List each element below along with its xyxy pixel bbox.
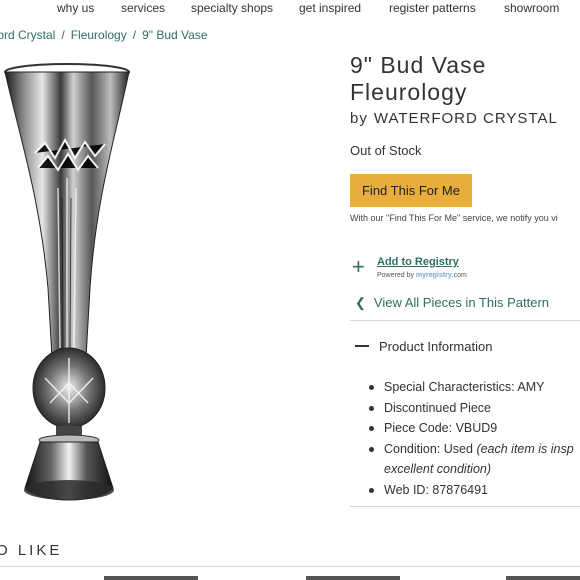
myregistry-logo: myregistry xyxy=(415,272,452,279)
detail-condition: Condition: Used (each item is insp excel… xyxy=(366,439,580,480)
add-to-registry-link[interactable]: Add to Registry xyxy=(377,256,459,268)
nav-get-inspired[interactable]: get inspired xyxy=(299,1,361,15)
find-this-for-me-button[interactable]: Find This For Me xyxy=(350,174,472,207)
product-information-heading: Product Information xyxy=(379,339,493,354)
view-all-pieces-label: View All Pieces in This Pattern xyxy=(373,295,550,310)
product-title-line-1: 9" Bud Vase xyxy=(350,52,487,78)
condition-label: Condition: Used xyxy=(384,441,473,456)
detail-web-id: Web ID: 87876491 xyxy=(366,480,580,501)
product-title: 9" Bud Vase Fleurology xyxy=(350,52,486,106)
plus-icon: + xyxy=(352,254,365,279)
brand-by-label: by xyxy=(350,110,368,127)
find-service-note: With our "Find This For Me" service, we … xyxy=(350,213,558,223)
detail-piece-code: Piece Code: VBUD9 xyxy=(366,418,580,439)
nav-specialty-shops[interactable]: specialty shops xyxy=(191,1,273,15)
view-all-pieces-link[interactable]: ❮ View All Pieces in This Pattern xyxy=(355,295,549,311)
brand-name[interactable]: WATERFORD CRYSTAL xyxy=(374,110,558,127)
powered-by-label: Powered by xyxy=(377,272,414,279)
product-brand: by WATERFORD CRYSTAL xyxy=(350,110,558,127)
product-image xyxy=(4,63,130,501)
related-product-thumb[interactable] xyxy=(306,576,400,580)
stock-status: Out of Stock xyxy=(350,143,422,158)
nav-why-us[interactable]: why us xyxy=(57,1,94,15)
powered-by-myregistry: Powered by myregistry.com xyxy=(377,272,467,279)
myregistry-suffix: .com xyxy=(451,272,467,279)
product-details-list: Special Characteristics: AMY Discontinue… xyxy=(366,377,580,500)
chevron-left-icon: ❮ xyxy=(355,295,366,310)
breadcrumb-separator: / xyxy=(61,28,65,42)
nav-register-patterns[interactable]: register patterns xyxy=(389,1,476,15)
breadcrumb-brand[interactable]: ford Crystal xyxy=(0,28,55,42)
breadcrumb-separator: / xyxy=(132,28,137,42)
related-product-thumb[interactable] xyxy=(506,576,580,580)
like-divider xyxy=(0,566,580,567)
product-title-line-2: Fleurology xyxy=(350,79,468,105)
top-nav: why us services specialty shops get insp… xyxy=(0,0,580,22)
breadcrumb-current: 9" Bud Vase xyxy=(142,28,208,42)
divider xyxy=(350,320,580,321)
divider xyxy=(350,506,580,507)
breadcrumb-pattern[interactable]: Fleurology xyxy=(71,28,127,42)
detail-discontinued: Discontinued Piece xyxy=(366,398,580,419)
minus-icon xyxy=(355,345,369,348)
add-to-registry[interactable]: + Add to Registry Powered by myregistry.… xyxy=(352,255,580,287)
nav-services[interactable]: services xyxy=(121,1,165,15)
product-information-toggle[interactable]: Product Information xyxy=(355,339,492,354)
detail-special-characteristics: Special Characteristics: AMY xyxy=(366,377,580,398)
related-product-thumb[interactable] xyxy=(104,576,198,580)
breadcrumb: ford Crystal / Fleurology / 9" Bud Vase xyxy=(0,28,208,42)
nav-showroom[interactable]: showroom xyxy=(504,1,559,15)
you-may-also-like-heading: O LIKE xyxy=(0,542,63,559)
